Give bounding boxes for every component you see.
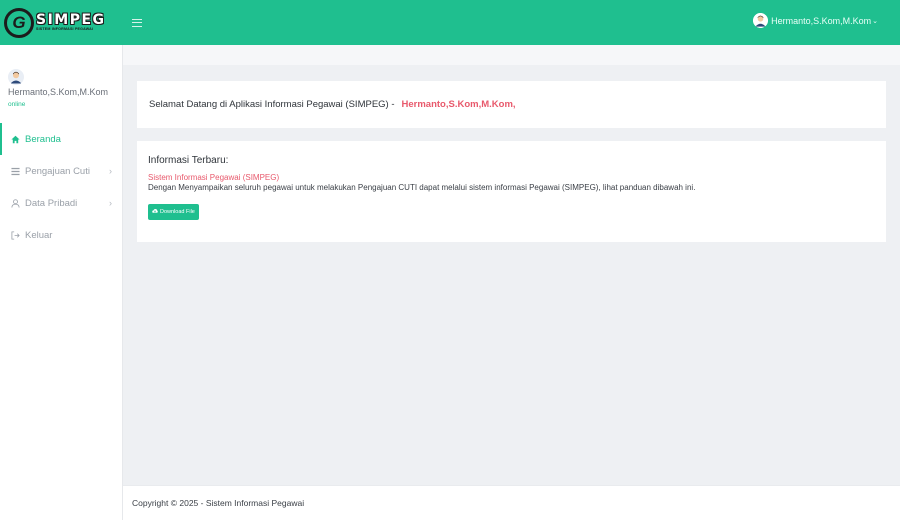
brand-subtitle: SISTEM INFORMASI PEGAWAI bbox=[36, 27, 94, 32]
user-icon bbox=[9, 198, 21, 208]
sidebar: Hermanto,S.Kom,M.Kom online Beranda Peng… bbox=[0, 45, 123, 520]
header-user-name: Hermanto,S.Kom,M.Kom bbox=[771, 15, 872, 26]
chevron-right-icon: › bbox=[109, 198, 112, 208]
avatar bbox=[753, 13, 769, 28]
brand-title: SIMPEG bbox=[36, 12, 106, 29]
list-icon bbox=[9, 167, 21, 176]
sidebar-item-label: Pengajuan Cuti bbox=[25, 165, 90, 177]
status-badge: online bbox=[8, 101, 26, 108]
sidebar-user-name: Hermanto,S.Kom,M.Kom bbox=[8, 87, 109, 97]
logout-icon bbox=[9, 230, 21, 240]
info-text: Dengan Menyampaikan seluruh pegawai untu… bbox=[148, 183, 696, 192]
avatar bbox=[8, 69, 24, 85]
footer: Copyright © 2025 - Sistem Informasi Pega… bbox=[123, 485, 900, 520]
brand-logo[interactable]: G SIMPEG SISTEM INFORMASI PEGAWAI bbox=[0, 0, 123, 45]
welcome-user-name: Hermanto,S.Kom,M.Kom, bbox=[401, 99, 516, 110]
footer-copyright: Copyright © 2025 - Sistem Informasi Pega… bbox=[132, 498, 305, 508]
hamburger-icon[interactable] bbox=[132, 18, 142, 27]
info-subtitle: Sistem Informasi Pegawai (SIMPEG) bbox=[148, 173, 280, 182]
sidebar-item-pengajuan-cuti[interactable]: Pengajuan Cuti › bbox=[0, 155, 122, 187]
info-title: Informasi Terbaru: bbox=[148, 155, 229, 166]
cloud-download-icon bbox=[152, 208, 158, 216]
sidebar-item-label: Keluar bbox=[25, 229, 53, 241]
content-header-strip bbox=[123, 45, 900, 65]
info-card: Informasi Terbaru: Sistem Informasi Pega… bbox=[137, 141, 886, 242]
sidebar-item-beranda[interactable]: Beranda bbox=[0, 123, 122, 155]
caret-down-icon: ⌄ bbox=[872, 17, 878, 25]
download-file-button[interactable]: Download File bbox=[148, 204, 199, 220]
sidebar-nav: Beranda Pengajuan Cuti › Data Pribadi › … bbox=[0, 123, 122, 251]
welcome-text: Selamat Datang di Aplikasi Informasi Peg… bbox=[149, 99, 395, 110]
sidebar-item-label: Beranda bbox=[25, 133, 61, 145]
chevron-right-icon: › bbox=[109, 166, 112, 176]
logo-mark: G bbox=[4, 7, 34, 38]
sidebar-item-keluar[interactable]: Keluar bbox=[0, 219, 122, 251]
home-icon bbox=[9, 135, 21, 144]
sidebar-item-data-pribadi[interactable]: Data Pribadi › bbox=[0, 187, 122, 219]
main-content: Selamat Datang di Aplikasi Informasi Peg… bbox=[123, 45, 900, 485]
top-navbar: G SIMPEG SISTEM INFORMASI PEGAWAI Herman… bbox=[0, 0, 900, 45]
welcome-card: Selamat Datang di Aplikasi Informasi Peg… bbox=[137, 81, 886, 128]
user-menu[interactable]: Hermanto,S.Kom,M.Kom ⌄ bbox=[753, 13, 878, 28]
sidebar-item-label: Data Pribadi bbox=[25, 197, 78, 209]
user-panel: Hermanto,S.Kom,M.Kom online bbox=[0, 45, 122, 108]
download-button-label: Download File bbox=[160, 209, 195, 215]
